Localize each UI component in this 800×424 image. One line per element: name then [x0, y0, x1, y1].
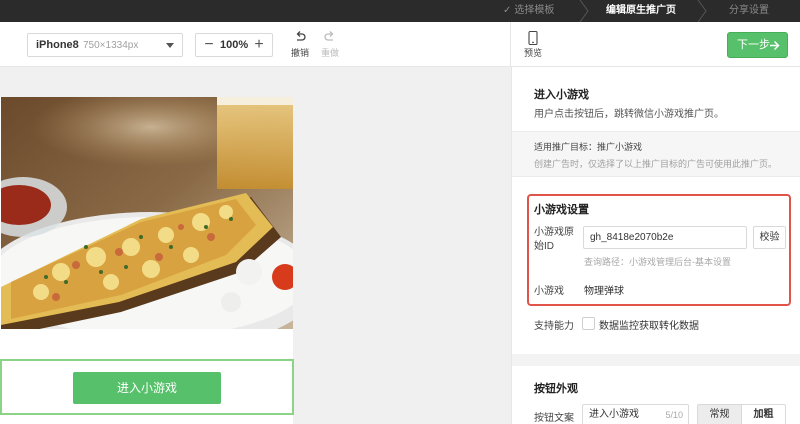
chevron-down-icon — [166, 43, 174, 48]
device-select[interactable]: iPhone8 750×1334px — [27, 33, 183, 57]
enter-game-button[interactable]: 进入小游戏 — [73, 372, 221, 404]
phone-preview: 进入小游戏 — [0, 97, 294, 424]
redo-icon — [324, 31, 334, 41]
data-monitor-label[interactable]: 数据监控获取转化数据 — [599, 317, 699, 332]
step-label: 编辑原生推广页 — [606, 5, 676, 16]
button-text-value: 进入小游戏 — [589, 409, 639, 420]
settings-panel: 进入小游戏 用户点击按钮后，跳转微信小游戏推广页。 适用推广目标：推广小游戏 创… — [511, 67, 800, 424]
undo-icon — [296, 31, 306, 41]
step-label: 选择模板 — [514, 5, 555, 16]
phone-icon — [528, 31, 538, 45]
button-text-input[interactable]: 进入小游戏 5/10 — [582, 404, 689, 424]
game-settings-section: 小游戏设置 小游戏原始ID gh_8418e2070b2e 校验 查询路径：小游… — [527, 194, 791, 306]
capability-label: 支持能力 — [534, 321, 574, 332]
section-divider — [512, 354, 800, 366]
check-icon: ✓ — [503, 5, 512, 16]
original-id-label: 小游戏原始ID — [534, 227, 574, 252]
chevron-right-icon — [697, 0, 707, 22]
step-select-template[interactable]: ✓ 选择模板 — [497, 0, 589, 22]
next-step-label: 下一步 — [737, 39, 770, 51]
original-id-input[interactable]: gh_8418e2070b2e — [583, 226, 747, 249]
zoom-value: 100% — [220, 39, 249, 51]
preview-label: 预览 — [523, 48, 542, 58]
step-share-settings[interactable]: 分享设置 — [712, 0, 800, 22]
device-resolution: 750×1334px — [83, 40, 139, 51]
toolbar-divider — [510, 22, 511, 67]
next-step-button[interactable]: 下一步 — [727, 32, 788, 58]
char-count: 5/10 — [665, 410, 683, 420]
top-step-bar: ✓ 选择模板 编辑原生推广页 分享设置 — [0, 0, 800, 22]
data-monitor-checkbox[interactable] — [582, 317, 595, 330]
step-edit-native-page[interactable]: 编辑原生推广页 — [595, 0, 707, 22]
device-name: iPhone8 — [36, 39, 79, 51]
verify-button[interactable]: 校验 — [753, 226, 786, 249]
redo-button[interactable]: 重做 — [318, 31, 342, 59]
appearance-heading: 按钮外观 — [534, 383, 578, 395]
style-normal-button[interactable]: 常规 — [697, 404, 742, 424]
step-label: 分享设置 — [729, 5, 769, 16]
undo-label: 撤销 — [290, 48, 309, 58]
game-settings-heading: 小游戏设置 — [534, 204, 589, 216]
panel-title: 进入小游戏 — [534, 89, 589, 101]
preview-button[interactable]: 预览 — [521, 31, 545, 59]
button-component[interactable]: 进入小游戏 — [0, 359, 294, 415]
target-info: 适用推广目标：推广小游戏 创建广告时，仅选择了以上推广目标的广告可使用此推广页。 — [512, 131, 800, 177]
style-bold-button[interactable]: 加粗 — [741, 404, 786, 424]
editor-toolbar: iPhone8 750×1334px − 100% + 撤销 重做 预览 下一步 — [0, 22, 800, 67]
zoom-in-button[interactable]: + — [252, 37, 266, 53]
query-hint: 查询路径：小游戏管理后台-基本设置 — [584, 257, 731, 267]
panel-subtitle: 用户点击按钮后，跳转微信小游戏推广页。 — [534, 109, 724, 120]
arrow-right-icon — [770, 40, 780, 51]
button-text-label: 按钮文案 — [534, 413, 574, 424]
chevron-right-icon — [579, 0, 589, 22]
zoom-control: − 100% + — [195, 33, 273, 57]
game-label: 小游戏 — [534, 286, 564, 297]
undo-button[interactable]: 撤销 — [288, 31, 312, 59]
redo-label: 重做 — [320, 48, 339, 58]
banner-image[interactable] — [1, 97, 293, 329]
target-note: 创建广告时，仅选择了以上推广目标的广告可使用此推广页。 — [534, 159, 778, 169]
target-line: 适用推广目标：推广小游戏 — [534, 142, 643, 152]
game-name: 物理弹球 — [584, 286, 624, 297]
zoom-out-button[interactable]: − — [202, 37, 216, 53]
editor-canvas: 进入小游戏 — [0, 67, 510, 424]
